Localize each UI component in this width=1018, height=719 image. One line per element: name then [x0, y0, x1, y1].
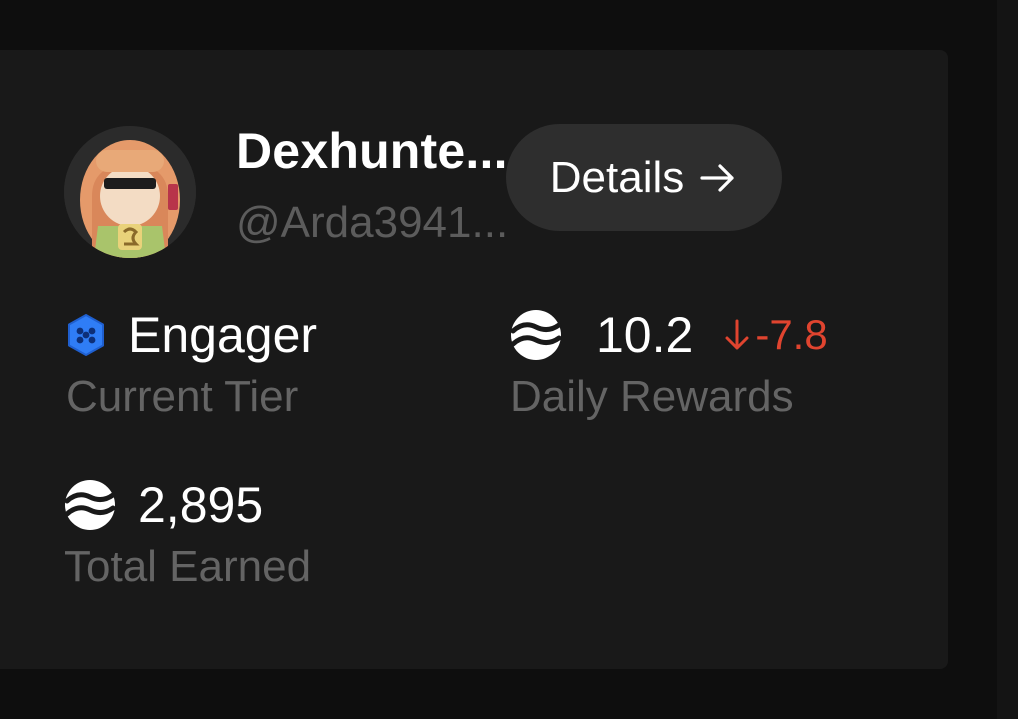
stat-total-earned: 2,895 Total Earned: [64, 476, 311, 592]
details-button-label: Details: [549, 152, 685, 202]
arrow-right-icon: [700, 163, 734, 192]
stat-current-tier: Engager Current Tier: [66, 306, 317, 422]
tier-value: Engager: [128, 307, 318, 363]
wave-token-icon: [64, 480, 116, 530]
tier-label: Current Tier: [66, 372, 299, 421]
daily-rewards-change-value: -7.8: [755, 311, 828, 358]
avatar-image: [64, 126, 196, 258]
wave-token-icon: [510, 310, 562, 360]
total-earned-label: Total Earned: [64, 542, 312, 591]
display-name: Dexhunte...: [236, 123, 508, 179]
details-button[interactable]: Details: [506, 124, 782, 231]
daily-rewards-change: -7.8: [723, 311, 828, 359]
avatar[interactable]: [64, 126, 196, 258]
username: @Arda3941...: [236, 198, 509, 247]
daily-rewards-label: Daily Rewards: [510, 372, 794, 421]
total-earned-value: 2,895: [138, 477, 264, 533]
daily-rewards-value: 10.2: [596, 307, 694, 363]
arrow-down-icon: [725, 319, 749, 350]
hexagon-badge-icon: [68, 314, 104, 356]
stat-daily-rewards: 10.2 -7.8 Daily Rewards: [510, 306, 828, 422]
scrollbar-track: [997, 0, 1018, 719]
